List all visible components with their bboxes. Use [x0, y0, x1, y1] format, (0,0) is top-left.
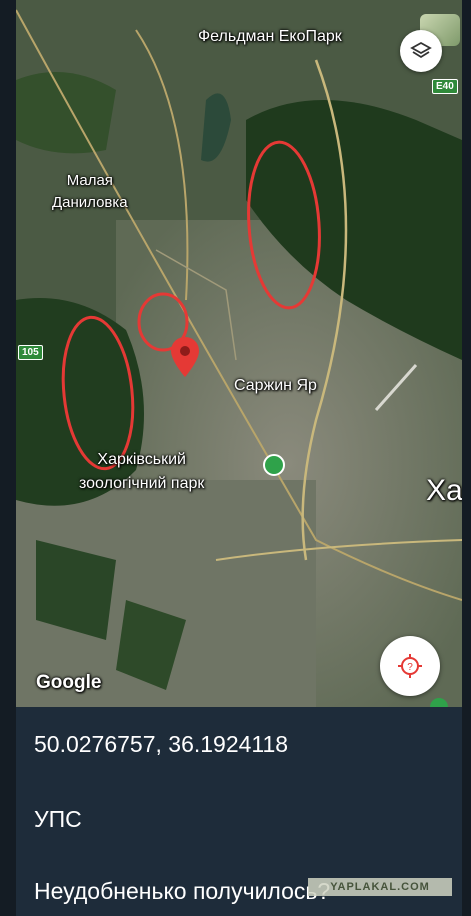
place-label-line: зоологічний парк: [79, 475, 205, 492]
place-label-line: Харківський: [97, 451, 186, 468]
google-attribution: Google: [36, 672, 102, 693]
locate-button[interactable]: ?: [380, 636, 440, 696]
layers-icon: [410, 41, 432, 59]
place-label-line: Малая: [66, 172, 113, 189]
message-line: УПС: [34, 806, 82, 832]
map-view[interactable]: Фельдман ЕкоПарк Малая Даниловка Саржин …: [16, 0, 462, 707]
zoo-paw-icon: [263, 454, 285, 476]
message-line: Неудобненько получилось?: [34, 878, 331, 904]
layers-button[interactable]: [400, 30, 442, 72]
place-label-malaya-danilovka: Малая Даниловка: [52, 170, 128, 214]
road-badge-105: 105: [18, 345, 43, 360]
place-label-city: Ха: [426, 474, 462, 507]
place-label-kharkiv-zoo: Харківський зоологічний парк: [79, 448, 204, 496]
place-label-sarzhyn-yar: Саржин Яр: [234, 377, 317, 394]
place-label-feldman-ecopark: Фельдман ЕкоПарк: [198, 28, 342, 45]
locate-icon: ?: [398, 654, 422, 678]
svg-text:?: ?: [407, 662, 413, 673]
place-label-line: Даниловка: [52, 194, 128, 211]
map-pin-icon[interactable]: [171, 337, 199, 377]
satellite-imagery: [16, 0, 462, 707]
coordinates-text: 50.0276757, 36.1924118: [34, 731, 289, 757]
road-badge-e40: E40: [432, 79, 458, 94]
watermark: YAPLAKAL.COM: [308, 878, 452, 896]
message-bubble: Фельдман ЕкоПарк Малая Даниловка Саржин …: [16, 0, 462, 916]
